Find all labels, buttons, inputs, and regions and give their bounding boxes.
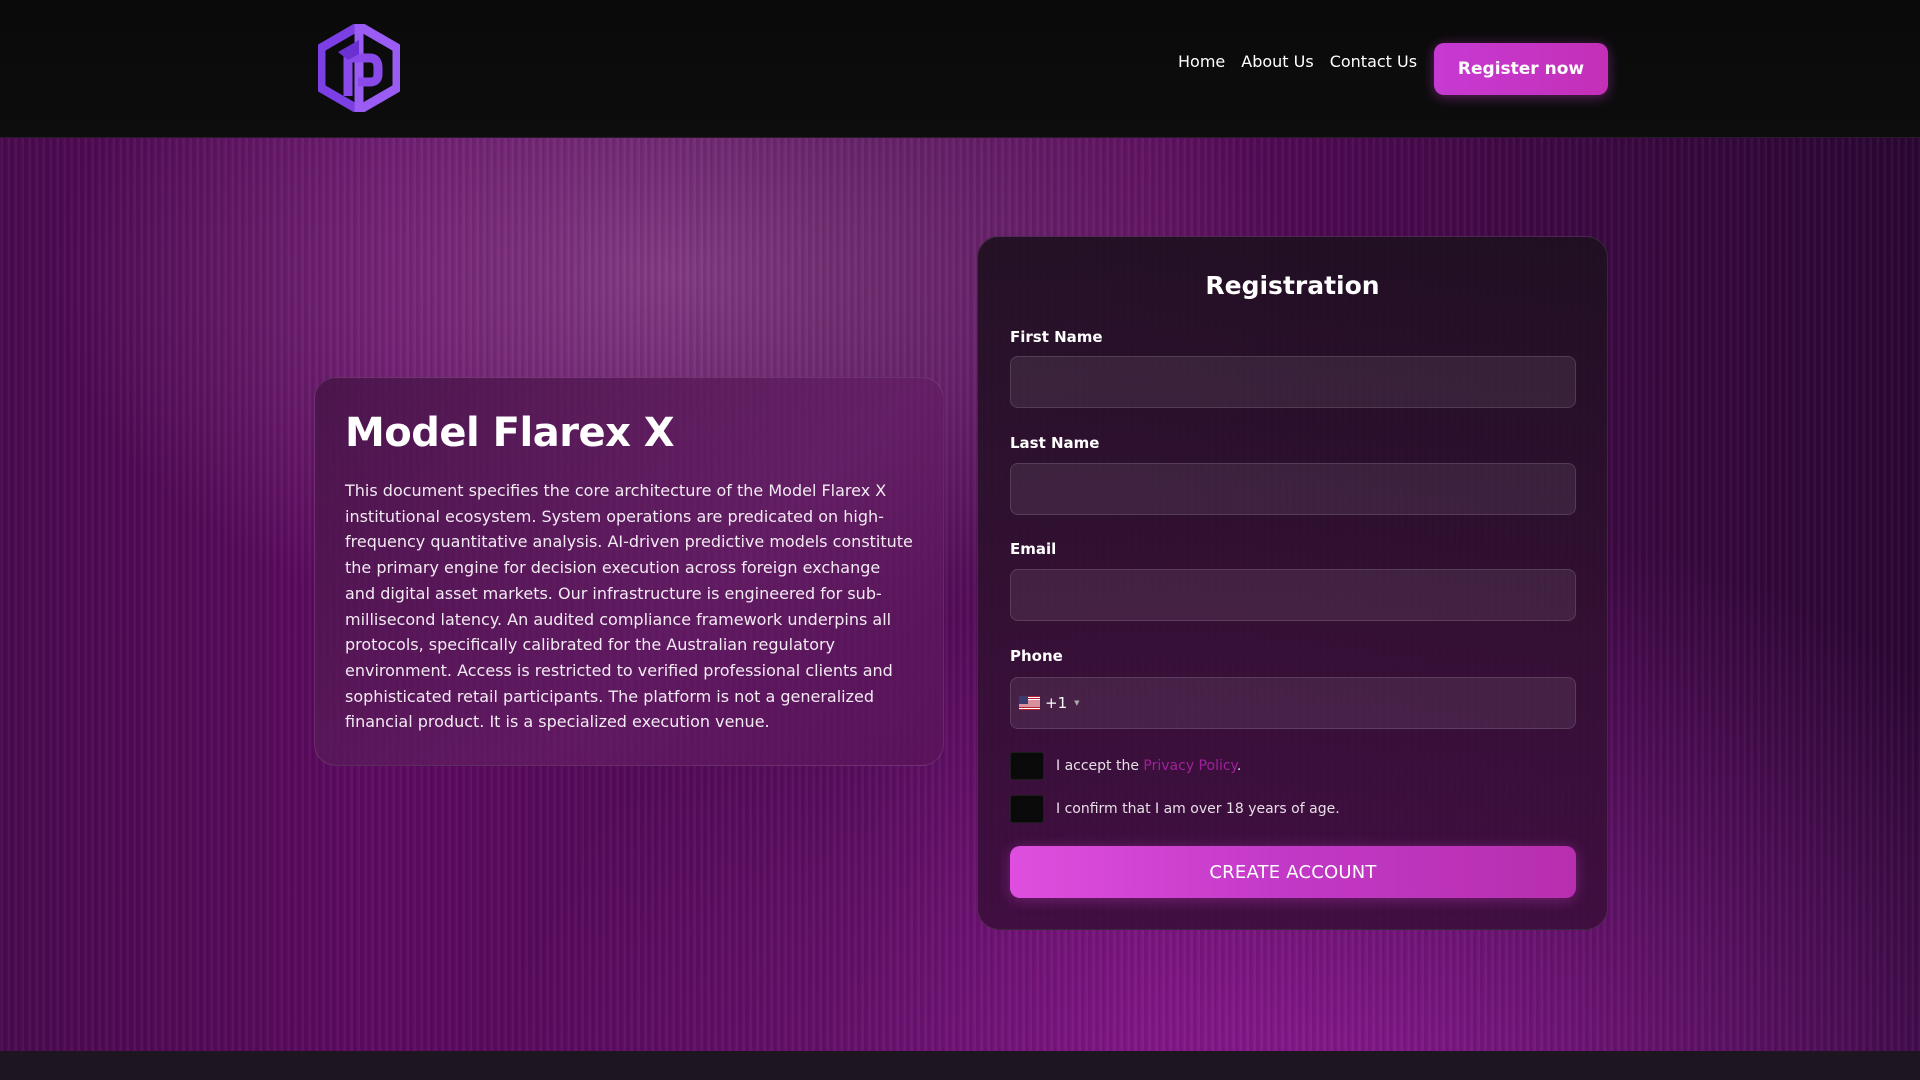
hexagon-p-logo-icon[interactable] <box>318 24 400 112</box>
nav-about-us-link[interactable]: About Us <box>1241 52 1313 71</box>
dial-code: +1 <box>1045 694 1068 712</box>
info-description: This document specifies the core archite… <box>345 481 913 732</box>
age-confirm-text: I confirm that I am over 18 years of age… <box>1056 801 1340 817</box>
info-card: Model Flarex X This document specifies t… <box>314 377 944 766</box>
hero-background <box>0 138 1920 1051</box>
info-title: Model Flarex X <box>345 410 675 456</box>
registration-card: Registration First Name Last Name Email … <box>977 236 1608 930</box>
registration-title: Registration <box>1205 271 1380 300</box>
last-name-input[interactable] <box>1010 463 1576 515</box>
first-name-label: First Name <box>1010 328 1103 346</box>
create-account-button[interactable]: CREATE ACCOUNT <box>1010 846 1576 898</box>
phone-field: +1 ▼ <box>1010 677 1576 729</box>
age-check-row: I confirm that I am over 18 years of age… <box>1010 795 1340 823</box>
phone-input[interactable] <box>1079 678 1575 728</box>
main-nav: Home About Us Contact Us <box>1178 52 1417 71</box>
footer-strip <box>0 1051 1920 1080</box>
privacy-check-row: I accept the Privacy Policy. <box>1010 752 1241 780</box>
register-now-button[interactable]: Register now <box>1434 43 1608 95</box>
email-label: Email <box>1010 540 1057 558</box>
us-flag-icon <box>1019 696 1040 710</box>
country-code-selector[interactable]: +1 ▼ <box>1011 678 1080 728</box>
privacy-text: I accept the Privacy Policy. <box>1056 758 1242 774</box>
nav-home-link[interactable]: Home <box>1178 52 1225 71</box>
first-name-input[interactable] <box>1010 356 1576 408</box>
last-name-label: Last Name <box>1010 434 1100 452</box>
phone-label: Phone <box>1010 647 1063 665</box>
site-header: Home About Us Contact Us Register now <box>0 0 1920 138</box>
privacy-checkbox[interactable] <box>1010 752 1044 780</box>
age-checkbox[interactable] <box>1010 795 1044 823</box>
privacy-policy-link[interactable]: Privacy Policy <box>1143 758 1236 774</box>
email-input[interactable] <box>1010 569 1576 621</box>
nav-contact-us-link[interactable]: Contact Us <box>1330 52 1417 71</box>
